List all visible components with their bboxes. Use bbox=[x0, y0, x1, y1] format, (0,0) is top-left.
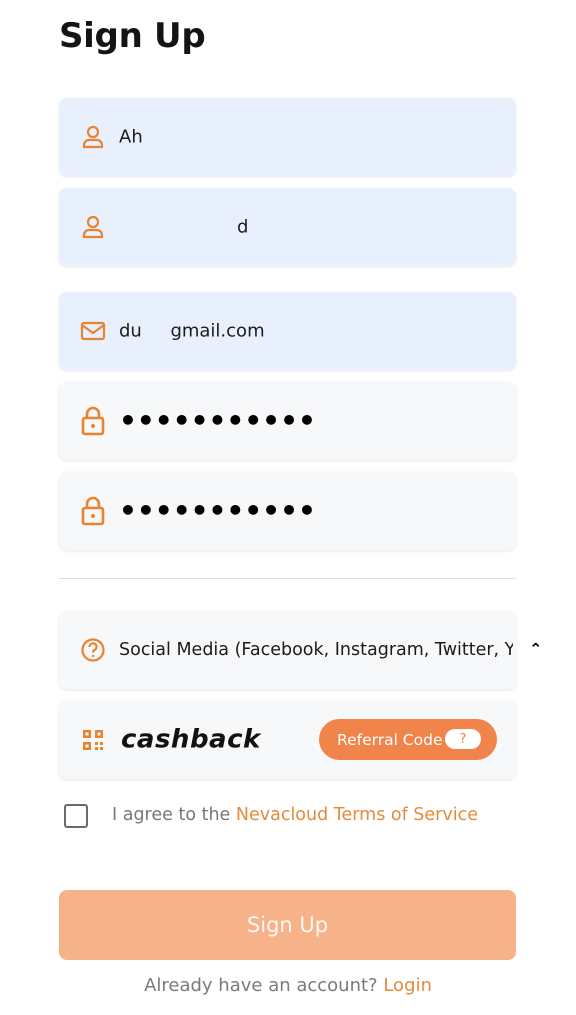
confirm-password-field[interactable]: ••••••••••• bbox=[59, 472, 516, 550]
heard-from-value: Social Media (Facebook, Instagram, Twitt… bbox=[119, 640, 513, 660]
password-field[interactable]: ••••••••••• bbox=[59, 382, 516, 460]
terms-checkbox[interactable] bbox=[64, 804, 88, 828]
referral-field: cashback Referral Code ? bbox=[59, 701, 516, 779]
login-prompt-text: Already have an account? bbox=[144, 975, 384, 996]
sign-up-button[interactable]: Sign Up bbox=[59, 890, 516, 960]
terms-prefix: I agree to the bbox=[112, 805, 236, 825]
first-name-value: Ah bbox=[119, 126, 143, 148]
user-icon bbox=[80, 124, 106, 150]
terms-agreement: I agree to the Nevacloud Terms of Servic… bbox=[64, 804, 534, 830]
terms-link[interactable]: Nevacloud Terms of Service bbox=[236, 805, 478, 825]
email-value: du gmail.com bbox=[119, 320, 265, 342]
email-field[interactable]: du gmail.com bbox=[59, 292, 516, 370]
heard-from-select[interactable]: Social Media (Facebook, Instagram, Twitt… bbox=[59, 611, 542, 689]
terms-text: I agree to the Nevacloud Terms of Servic… bbox=[112, 805, 478, 825]
login-prompt: Already have an account? Login bbox=[0, 975, 576, 996]
page-title: Sign Up bbox=[59, 16, 206, 56]
signup-page: Sign Up Ah d du gmail.com ••••••••••• ••… bbox=[0, 0, 576, 1015]
lock-icon bbox=[80, 496, 106, 526]
user-icon bbox=[80, 214, 106, 240]
qr-code-icon bbox=[80, 727, 106, 753]
first-name-field[interactable]: Ah bbox=[59, 98, 516, 176]
password-value: ••••••••••• bbox=[119, 404, 316, 437]
confirm-password-value: ••••••••••• bbox=[119, 494, 316, 527]
referral-help-badge[interactable]: ? bbox=[445, 729, 481, 749]
last-name-value: d bbox=[237, 216, 249, 238]
referral-code-button[interactable]: Referral Code ? bbox=[319, 719, 497, 760]
divider bbox=[59, 578, 516, 579]
login-link[interactable]: Login bbox=[383, 975, 432, 996]
envelope-icon bbox=[80, 318, 106, 344]
lock-icon bbox=[80, 406, 106, 436]
chevron-up-icon[interactable]: ⌃ bbox=[529, 640, 542, 659]
last-name-field[interactable]: d bbox=[59, 188, 516, 266]
referral-code-label: Referral Code bbox=[337, 730, 443, 749]
cashback-logo: cashback bbox=[121, 724, 261, 755]
question-circle-icon bbox=[80, 637, 106, 663]
